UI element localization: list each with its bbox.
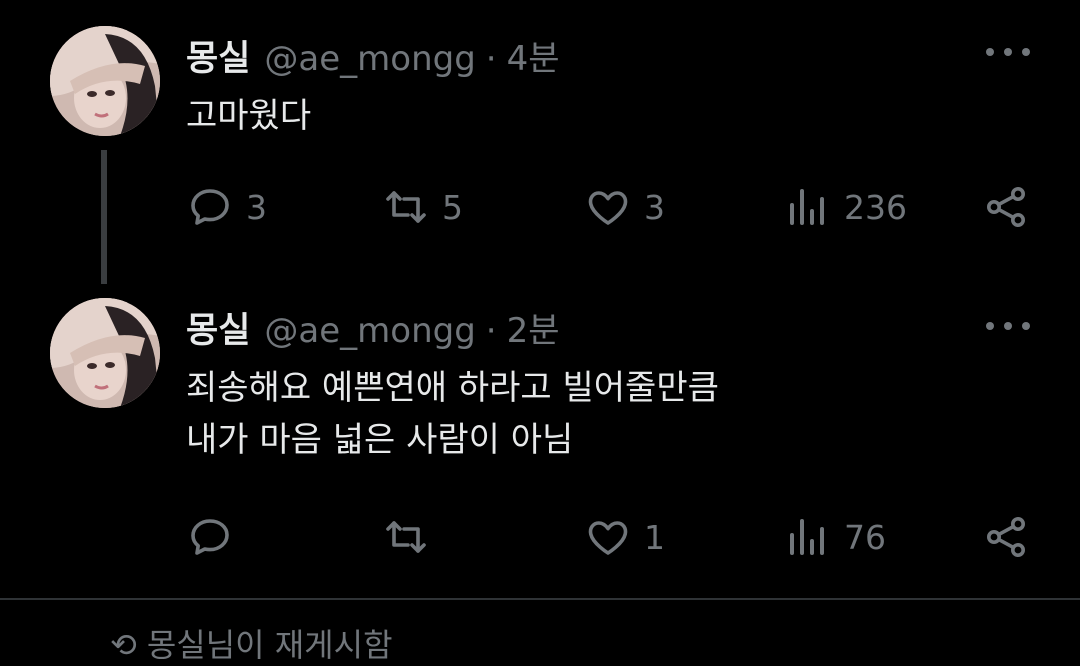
views-count: 76 [844, 517, 886, 557]
tweet-header: 몽실 @ae_mongg · 4분 [186, 30, 560, 81]
handle[interactable]: @ae_mongg [264, 39, 475, 79]
more-icon[interactable] [986, 42, 1030, 62]
retweet-count: 5 [442, 187, 463, 227]
tweet-text-line: 내가 마음 넓은 사람이 아님 [186, 420, 574, 460]
retweet-icon [386, 191, 426, 223]
like-icon [588, 521, 628, 555]
reply-icon [191, 189, 229, 225]
tweet-text-line: 고마웠다 [186, 96, 312, 136]
repost-label: 몽실님이 재게시함 [146, 626, 393, 664]
share-button[interactable] [982, 512, 1042, 562]
timestamp[interactable]: 4분 [507, 39, 560, 79]
display-name[interactable]: 몽실 [186, 302, 250, 353]
views-icon [790, 189, 824, 225]
handle[interactable]: @ae_mongg [264, 311, 475, 351]
tweet-1[interactable]: 몽실 @ae_mongg · 4분 고마웠다 3 5 3 236 [0, 0, 1080, 290]
more-icon[interactable] [986, 316, 1030, 336]
tweet-header: 몽실 @ae_mongg · 2분 [186, 302, 560, 353]
share-icon [987, 187, 1025, 227]
like-button[interactable]: 1 [584, 512, 665, 562]
display-name[interactable]: 몽실 [186, 30, 250, 81]
reply-button[interactable]: 3 [186, 182, 267, 232]
retweet-icon: ⟲ [110, 626, 137, 664]
timestamp[interactable]: 2분 [507, 311, 560, 351]
tweet-meta: @ae_mongg · 4분 [264, 39, 560, 79]
action-bar: 1 76 [186, 512, 1036, 562]
views-button[interactable]: 236 [784, 182, 907, 232]
action-bar: 3 5 3 236 [186, 182, 1036, 232]
tweet-meta: @ae_mongg · 2분 [264, 311, 560, 351]
tweet-text: 죄송해요 예쁜연애 하라고 빌어줄만큼 내가 마음 넓은 사람이 아님 [186, 362, 719, 466]
repost-indicator: ⟲ 몽실님이 재게시함 [110, 620, 393, 666]
retweet-button[interactable] [382, 512, 442, 562]
reply-button[interactable] [186, 512, 246, 562]
share-icon [987, 517, 1025, 557]
share-button[interactable] [982, 182, 1042, 232]
views-button[interactable]: 76 [784, 512, 886, 562]
reply-icon [191, 519, 229, 555]
avatar[interactable] [50, 298, 160, 408]
thread-line [101, 150, 107, 284]
like-button[interactable]: 3 [584, 182, 665, 232]
views-count: 236 [844, 187, 907, 227]
retweet-button[interactable]: 5 [382, 182, 463, 232]
avatar[interactable] [50, 26, 160, 136]
views-icon [790, 519, 824, 555]
reply-count: 3 [246, 187, 267, 227]
like-count: 1 [644, 517, 665, 557]
tweet-2[interactable]: 몽실 @ae_mongg · 2분 죄송해요 예쁜연애 하라고 빌어줄만큼 내가 마… [0, 290, 1080, 590]
divider [0, 598, 1080, 600]
tweet-text: 고마웠다 [186, 90, 311, 142]
retweet-icon [386, 521, 426, 553]
like-icon [588, 191, 628, 225]
like-count: 3 [644, 187, 665, 227]
tweet-text-line: 죄송해요 예쁜연애 하라고 빌어줄만큼 [186, 368, 719, 408]
